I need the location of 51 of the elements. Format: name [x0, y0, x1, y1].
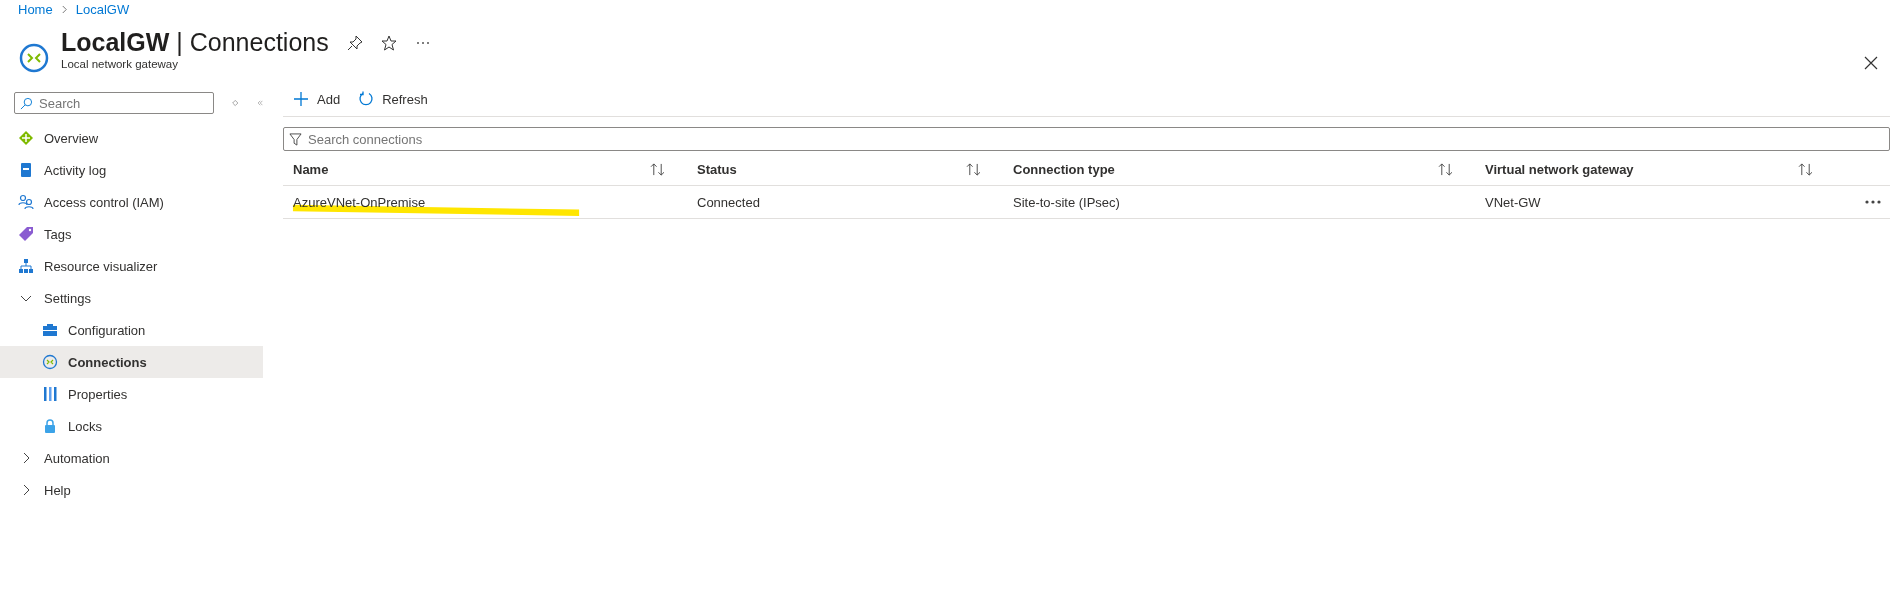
gateway-icon	[42, 354, 58, 370]
sort-icon[interactable]	[966, 162, 981, 176]
pin-icon[interactable]	[346, 34, 363, 51]
breadcrumb-link[interactable]: Home	[18, 1, 53, 17]
nav-item[interactable]: Properties	[0, 378, 263, 410]
diamond-icon	[18, 130, 34, 146]
search-icon	[20, 97, 33, 110]
nav-item[interactable]: Resource visualizer	[0, 250, 263, 282]
book-icon	[18, 162, 34, 178]
column-header[interactable]: Virtual network gateway	[1485, 161, 1634, 177]
plus-icon	[293, 91, 309, 107]
chevron-right-icon	[60, 3, 68, 15]
gateway-icon	[18, 42, 50, 74]
nav-item[interactable]: Locks	[0, 410, 263, 442]
nav-group-label[interactable]: Settings	[44, 290, 91, 306]
filter-icon	[289, 133, 302, 146]
sort-icon[interactable]	[650, 162, 665, 176]
nav-item[interactable]: Connections	[0, 346, 263, 378]
column-header[interactable]: Status	[697, 161, 737, 177]
column-header[interactable]: Name	[293, 161, 329, 177]
people-icon	[18, 194, 34, 210]
bars-icon	[42, 386, 58, 402]
column-header[interactable]: Connection type	[1013, 161, 1115, 177]
table-cell: Connected	[697, 194, 760, 210]
hierarchy-icon	[18, 258, 34, 274]
refresh-icon	[358, 91, 375, 107]
briefcase-icon	[42, 322, 58, 338]
page-subtitle: Local network gateway	[61, 58, 179, 70]
nav-item[interactable]: Activity log	[0, 154, 263, 186]
lock-icon	[42, 418, 58, 434]
star-icon[interactable]	[380, 34, 397, 51]
table-cell: AzureVNet-OnPremise	[293, 194, 426, 210]
nav-group-label[interactable]: Automation	[44, 450, 110, 466]
nav-group-label[interactable]: Help	[44, 482, 71, 498]
close-icon[interactable]	[1864, 56, 1878, 70]
sort-icon[interactable]	[1798, 162, 1813, 176]
nav-item[interactable]: Overview	[0, 122, 263, 154]
page-title: LocalGW | Connections	[61, 28, 329, 57]
nav-item[interactable]: Access control (IAM)	[0, 186, 263, 218]
more-icon[interactable]	[1864, 199, 1882, 205]
table-cell: VNet-GW	[1485, 194, 1541, 210]
toolbar-button[interactable]: Add	[291, 89, 343, 109]
sort-icon[interactable]	[1438, 162, 1453, 176]
search-field[interactable]: Search	[14, 92, 214, 114]
toolbar-button[interactable]: Refresh	[356, 89, 430, 109]
nav-item[interactable]: Configuration	[0, 314, 263, 346]
tag-icon	[18, 226, 34, 242]
nav-item[interactable]: Tags	[0, 218, 263, 250]
filter-field[interactable]: Search connections	[283, 127, 1890, 151]
table-cell: Site-to-site (IPsec)	[1013, 194, 1120, 210]
breadcrumb-link[interactable]: LocalGW	[75, 1, 130, 17]
